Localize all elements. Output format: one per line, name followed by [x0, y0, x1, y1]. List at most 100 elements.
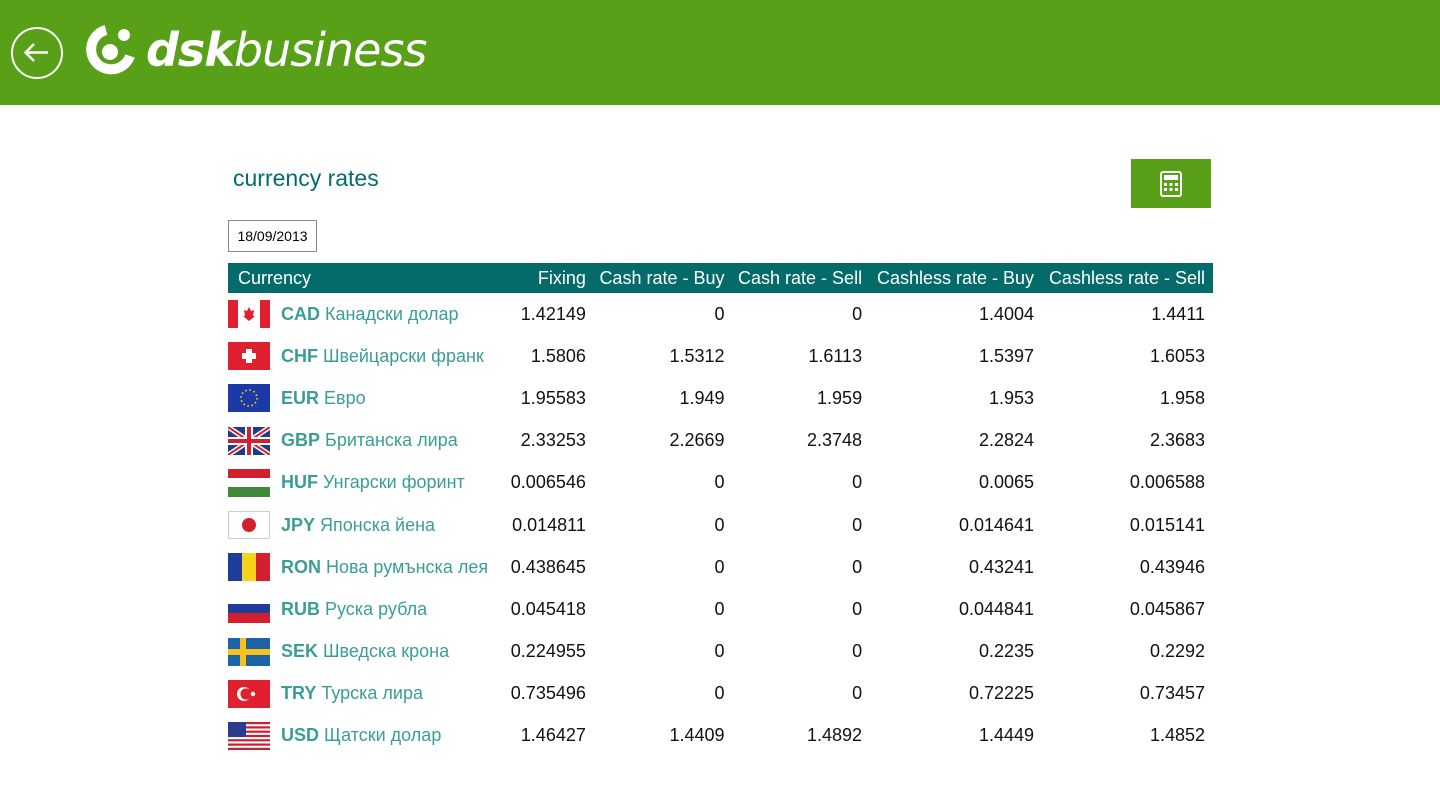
cashless-buy-cell: 0.43241 [968, 556, 1035, 577]
flag-rub-icon [228, 595, 270, 624]
currency-code: RON [281, 556, 321, 577]
cashless-sell-cell: 1.4411 [1151, 303, 1205, 324]
table-row[interactable]: JPY Японска йена 0.014811 0 0 0.014641 0.01514… [228, 504, 1213, 546]
fixing-cell: 1.95583 [520, 387, 586, 408]
table-row[interactable]: GBP Британска лира 2.33253 2.2669 2.3748 2.28… [228, 420, 1213, 462]
column-header: Fixing [507, 263, 594, 293]
brand-light: business [233, 23, 427, 77]
flag-huf-icon [228, 468, 270, 497]
cash-sell-cell: 0 [852, 683, 863, 704]
logo-mark-icon [86, 25, 135, 75]
flag-gbp-icon [228, 426, 270, 455]
cashless-sell-cell: 0.006588 [1129, 472, 1205, 493]
cashless-sell-cell: 1.6053 [1149, 345, 1205, 366]
back-button[interactable] [11, 27, 63, 79]
cash-buy-cell: 2.2669 [669, 430, 725, 451]
cash-sell-cell: 2.3748 [807, 430, 863, 451]
date-picker[interactable]: 18/09/2013 [228, 220, 317, 252]
cash-sell-cell: 0 [852, 556, 863, 577]
table-row[interactable]: RON Нова румънска лея 0.438645 0 0 0.43241 0.4… [228, 546, 1213, 588]
cash-buy-cell: 0 [714, 556, 725, 577]
fixing-cell: 2.33253 [520, 430, 586, 451]
calculator-button[interactable] [1131, 159, 1211, 208]
currency-code: HUF [281, 472, 318, 493]
cashless-buy-cell: 1.5397 [978, 345, 1035, 366]
currency-name: Канадски долар [325, 303, 459, 324]
column-header: Cashless rate - Buy [870, 263, 1043, 293]
flag-usd-icon [228, 721, 270, 750]
table-row[interactable]: CAD Канадски долар 1.42149 0 0 1.4004 1.4411 [228, 293, 1213, 335]
currency-cell: RUB Руска рубла [228, 588, 507, 630]
fixing-cell: 0.224955 [510, 641, 586, 662]
top-bar: dskbusiness [0, 0, 1440, 105]
cash-buy-cell: 0 [714, 472, 725, 493]
page-title: currency rates [233, 165, 379, 191]
currency-cell: CAD Канадски долар [228, 293, 507, 335]
cashless-sell-cell: 0.015141 [1129, 514, 1205, 535]
currency-name: Евро [324, 387, 366, 408]
column-header: Currency [228, 263, 508, 293]
currency-name: Турска лира [321, 683, 423, 704]
cashless-sell-cell: 0.73457 [1139, 683, 1205, 704]
fixing-cell: 0.014811 [512, 514, 586, 535]
cash-buy-cell: 1.5312 [669, 345, 725, 366]
cashless-sell-cell: 1.4852 [1149, 725, 1205, 746]
flag-jpy-icon [228, 511, 270, 540]
cash-sell-cell: 1.6113 [808, 345, 863, 366]
column-header: Cash rate - Buy [593, 263, 733, 293]
cashless-sell-cell: 2.3683 [1149, 430, 1205, 451]
currency-name: Британска лира [325, 430, 458, 451]
flag-eur-icon [228, 384, 270, 413]
currency-name: Шведска крона [323, 641, 450, 662]
fixing-cell: 0.438645 [510, 556, 586, 577]
cash-buy-cell: 0 [714, 303, 725, 324]
flag-ron-icon [228, 553, 270, 582]
cash-sell-cell: 1.4892 [807, 725, 863, 746]
cash-buy-cell: 0 [714, 641, 725, 662]
cash-sell-cell: 1.959 [817, 387, 863, 408]
table-row[interactable]: USD Щатски долар 1.46427 1.4409 1.4892 1.4449… [228, 715, 1213, 757]
fixing-cell: 0.006546 [510, 472, 586, 493]
cash-sell-cell: 0 [852, 303, 863, 324]
cashless-sell-cell: 1.958 [1159, 387, 1205, 408]
table-row[interactable]: SEK Шведска крона 0.224955 0 0 0.2235 0.2292 [228, 631, 1213, 673]
currency-cell: SEK Шведска крона [228, 631, 507, 673]
calculator-icon [1160, 170, 1182, 197]
cash-buy-cell: 1.4409 [669, 725, 725, 746]
cashless-buy-cell: 0.044841 [958, 598, 1035, 619]
currency-code: EUR [281, 387, 320, 408]
cash-sell-cell: 0 [852, 514, 863, 535]
flag-sek-icon [228, 637, 270, 666]
currency-code: SEK [281, 641, 319, 662]
currency-name: Унгарски форинт [323, 472, 465, 493]
cashless-sell-cell: 0.2292 [1149, 641, 1205, 662]
fixing-cell: 0.735496 [510, 683, 586, 704]
cashless-buy-cell: 2.2824 [978, 430, 1035, 451]
cashless-buy-cell: 1.953 [989, 387, 1035, 408]
cash-sell-cell: 0 [852, 472, 863, 493]
currency-cell: EUR Евро [228, 377, 507, 419]
currency-code: USD [281, 725, 320, 746]
cashless-buy-cell: 0.72225 [968, 683, 1035, 704]
table-row[interactable]: EUR Евро 1.95583 1.949 1.959 1.953 1.958 [228, 377, 1213, 419]
fixing-cell: 1.5806 [530, 345, 586, 366]
currency-name: Японска йена [320, 514, 436, 535]
currency-name: Нова румънска лея [326, 556, 489, 577]
table-row[interactable]: CHF Швейцарски франк 1.5806 1.5312 1.6113 1.5… [228, 335, 1213, 377]
cash-buy-cell: 1.949 [679, 387, 725, 408]
cash-buy-cell: 0 [714, 598, 725, 619]
currency-code: CAD [281, 303, 320, 324]
cashless-buy-cell: 0.2235 [978, 641, 1035, 662]
table-row[interactable]: RUB Руска рубла 0.045418 0 0 0.044841 0.045867 [228, 588, 1213, 630]
currency-cell: USD Щатски долар [228, 715, 507, 757]
fixing-cell: 1.42149 [520, 303, 586, 324]
currency-cell: TRY Турска лира [228, 673, 507, 715]
currency-name: Руска рубла [325, 598, 428, 619]
fixing-cell: 0.045418 [510, 598, 586, 619]
cashless-sell-cell: 0.045867 [1129, 598, 1205, 619]
table-row[interactable]: HUF Унгарски форинт 0.006546 0 0 0.0065 0.0065… [228, 462, 1213, 504]
flag-chf-icon [228, 342, 270, 371]
rates-table: Currency Fixing Cash rate - Buy Cash rate -… [228, 263, 1213, 757]
table-row[interactable]: TRY Турска лира 0.735496 0 0 0.72225 0.73457 [228, 673, 1213, 715]
currency-cell: JPY Японска йена [228, 504, 507, 546]
